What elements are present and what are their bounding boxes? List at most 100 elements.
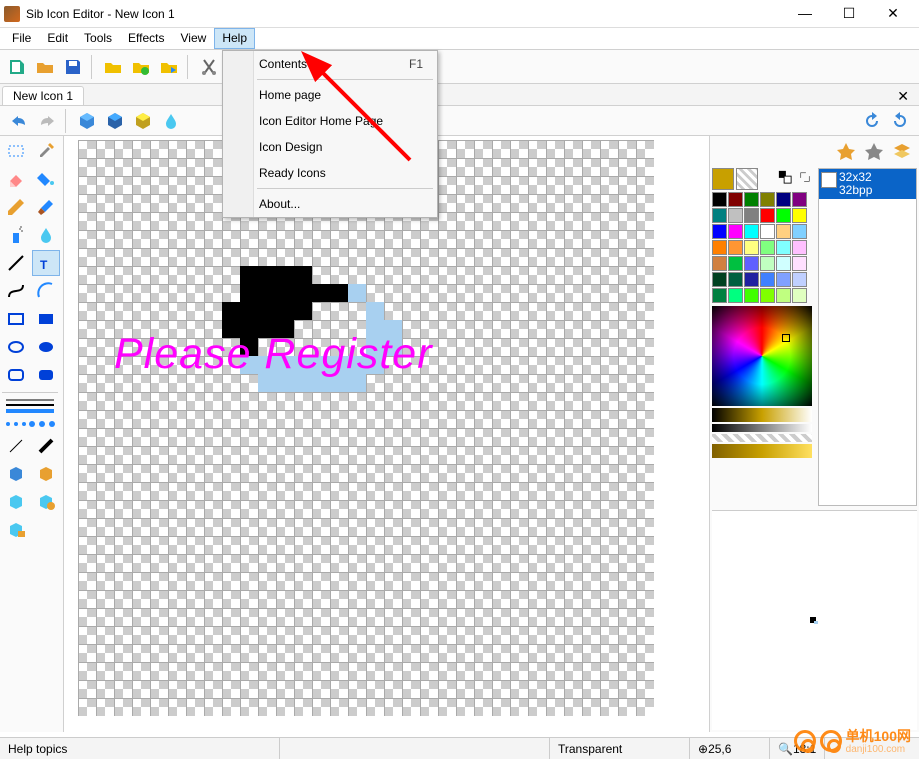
brush-tool[interactable]: [32, 194, 60, 220]
menu-file[interactable]: File: [4, 28, 39, 49]
line-weight-row[interactable]: [2, 397, 58, 415]
swatch[interactable]: [712, 224, 727, 239]
line-tool[interactable]: [2, 250, 30, 276]
eraser-tool[interactable]: [2, 166, 30, 192]
spray-tool[interactable]: [2, 222, 30, 248]
pixel-canvas[interactable]: Please Register: [78, 140, 654, 716]
bucket-tool[interactable]: [32, 166, 60, 192]
help-contents[interactable]: ContentsF1: [223, 51, 437, 77]
swatch[interactable]: [728, 256, 743, 271]
menu-help[interactable]: Help: [214, 28, 255, 49]
maximize-button[interactable]: ☐: [827, 0, 871, 27]
cube3-button[interactable]: [130, 108, 156, 134]
swatch[interactable]: [776, 272, 791, 287]
rect-fill-tool[interactable]: [32, 306, 60, 332]
rotate-right-button[interactable]: [887, 108, 913, 134]
redo-button[interactable]: [34, 108, 60, 134]
cube-cyan-tool[interactable]: [2, 489, 30, 515]
color-wheel[interactable]: [712, 306, 812, 406]
swatch[interactable]: [792, 256, 807, 271]
canvas-area[interactable]: Please Register: [64, 136, 709, 732]
cube-blue-tool[interactable]: [2, 461, 30, 487]
swatch[interactable]: [792, 288, 807, 303]
black-thin-tool[interactable]: [2, 433, 30, 459]
roundrect-tool[interactable]: [2, 362, 30, 388]
background-swatch[interactable]: [736, 168, 758, 190]
select-rect-tool[interactable]: [2, 138, 30, 164]
swatch[interactable]: [744, 208, 759, 223]
help-icon-design[interactable]: Icon Design: [223, 134, 437, 160]
swatch[interactable]: [712, 272, 727, 287]
swatch[interactable]: [744, 224, 759, 239]
tab-close-button[interactable]: ✕: [891, 88, 915, 105]
swatch[interactable]: [712, 240, 727, 255]
minimize-button[interactable]: —: [783, 0, 827, 27]
swatch[interactable]: [792, 240, 807, 255]
menu-effects[interactable]: Effects: [120, 28, 172, 49]
ellipse-tool[interactable]: [2, 334, 30, 360]
swatch[interactable]: [792, 208, 807, 223]
folder-arrow-button[interactable]: [156, 54, 182, 80]
format-list[interactable]: 32x32 32bpp: [818, 168, 917, 506]
thick-line-tool[interactable]: [32, 433, 60, 459]
droplet-button[interactable]: [158, 108, 184, 134]
flood-tool[interactable]: [32, 222, 60, 248]
swatch[interactable]: [760, 224, 775, 239]
swatch[interactable]: [760, 272, 775, 287]
rotate-left-button[interactable]: [859, 108, 885, 134]
swatch[interactable]: [792, 272, 807, 287]
new-icon-button[interactable]: [4, 54, 30, 80]
open-button[interactable]: [32, 54, 58, 80]
delete-format-button[interactable]: [861, 138, 887, 164]
undo-button[interactable]: [6, 108, 32, 134]
swatch[interactable]: [776, 192, 791, 207]
cube-lock-tool[interactable]: [2, 517, 30, 543]
menu-view[interactable]: View: [173, 28, 215, 49]
swatch[interactable]: [728, 224, 743, 239]
curve-tool[interactable]: [2, 278, 30, 304]
swatch-grid[interactable]: [712, 192, 814, 303]
swatch[interactable]: [712, 208, 727, 223]
swatch[interactable]: [712, 288, 727, 303]
cube-gold-tool[interactable]: [32, 461, 60, 487]
swatch[interactable]: [776, 208, 791, 223]
swatch[interactable]: [728, 192, 743, 207]
help-editor-homepage[interactable]: Icon Editor Home Page: [223, 108, 437, 134]
swatch[interactable]: [712, 256, 727, 271]
alpha-slider[interactable]: [712, 434, 812, 442]
swatch[interactable]: [744, 272, 759, 287]
swatch[interactable]: [776, 288, 791, 303]
eyedropper-tool[interactable]: [32, 138, 60, 164]
swatch[interactable]: [728, 240, 743, 255]
swatch[interactable]: [744, 256, 759, 271]
swatch[interactable]: [760, 240, 775, 255]
tone-slider[interactable]: [712, 444, 812, 458]
value-slider[interactable]: [712, 424, 812, 432]
folder-green-button[interactable]: [128, 54, 154, 80]
swap-arrow-button[interactable]: [796, 168, 814, 186]
swatch[interactable]: [712, 192, 727, 207]
roundrect-fill-tool[interactable]: [32, 362, 60, 388]
text-tool[interactable]: T: [32, 250, 60, 276]
swatch[interactable]: [776, 256, 791, 271]
swatch[interactable]: [760, 256, 775, 271]
swap-colors-button[interactable]: [776, 168, 794, 186]
layers-button[interactable]: [889, 138, 915, 164]
swatch[interactable]: [792, 192, 807, 207]
cube1-button[interactable]: [74, 108, 100, 134]
foreground-swatch[interactable]: [712, 168, 734, 190]
menu-tools[interactable]: Tools: [76, 28, 120, 49]
save-button[interactable]: [60, 54, 86, 80]
ellipse-fill-tool[interactable]: [32, 334, 60, 360]
tab-new-icon[interactable]: New Icon 1: [2, 86, 84, 105]
help-ready-icons[interactable]: Ready Icons: [223, 160, 437, 186]
help-homepage[interactable]: Home page: [223, 82, 437, 108]
lightness-slider[interactable]: [712, 408, 812, 422]
pattern-row[interactable]: [2, 417, 58, 431]
swatch[interactable]: [760, 208, 775, 223]
close-button[interactable]: ✕: [871, 0, 915, 27]
swatch[interactable]: [744, 240, 759, 255]
folder-yellow-button[interactable]: [100, 54, 126, 80]
cut-button[interactable]: [196, 54, 222, 80]
pencil-tool[interactable]: [2, 194, 30, 220]
